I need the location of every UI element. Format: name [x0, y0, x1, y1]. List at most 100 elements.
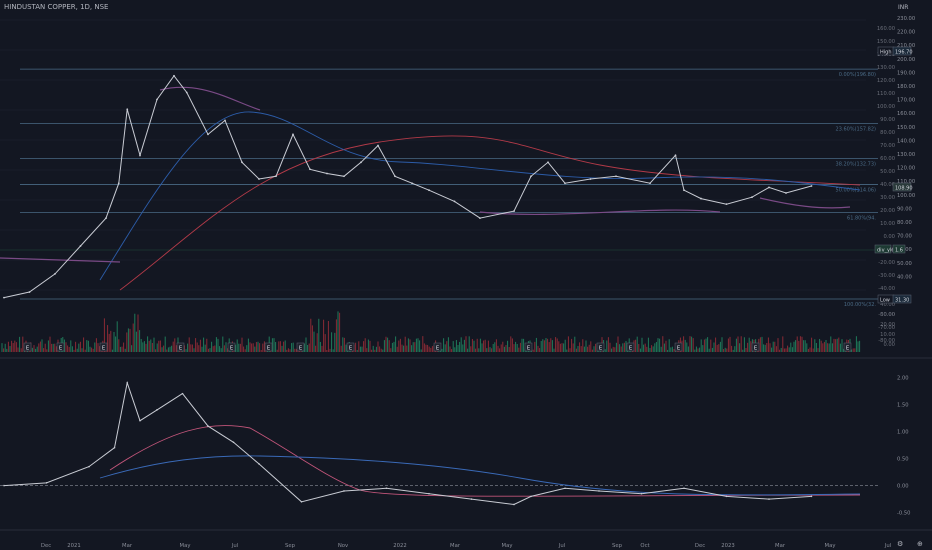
osc-axis-tick: 1.50: [897, 402, 909, 408]
fib-level-label: 0.00%(196.80): [839, 72, 876, 78]
oscillator-point: [683, 487, 685, 490]
earnings-marker: E: [677, 346, 681, 352]
price-point: [547, 161, 549, 164]
oscillator-point: [181, 392, 184, 395]
oscillator-point: [810, 495, 813, 498]
osc-axis-tick: 1.00: [897, 429, 909, 435]
low-label: Low: [880, 298, 890, 304]
price-point: [589, 178, 592, 180]
x-axis-tick: May: [180, 543, 191, 549]
price-point: [411, 182, 413, 185]
oscillator-point: [470, 498, 473, 500]
price-point: [513, 210, 515, 213]
earnings-marker: E: [349, 346, 353, 352]
price-point: [173, 74, 175, 77]
x-axis-tick: Jul: [884, 543, 891, 549]
price-axis-tick: 180.00: [897, 84, 915, 90]
price-point: [751, 196, 753, 199]
oscillator-point: [232, 441, 235, 444]
x-axis-tick: Sep: [285, 543, 296, 549]
x-axis-tick: Sep: [612, 543, 623, 549]
earnings-marker: E: [102, 346, 106, 352]
price-axis-tick: 80.00: [897, 220, 912, 226]
left-axis-tick: 50.00: [880, 169, 895, 175]
fib-level-label: 61.80%(94.: [847, 216, 876, 222]
left-axis-tick: 10.00: [880, 221, 895, 227]
price-point: [479, 217, 481, 220]
oscillator-point: [385, 487, 388, 490]
price-axis-tick: 130.00: [897, 152, 915, 158]
x-axis-tick: 2022: [393, 543, 406, 549]
oscillator-point: [156, 409, 158, 411]
price-point: [275, 175, 277, 178]
price-point: [810, 185, 813, 187]
left-axis-tick: 130.00: [877, 65, 895, 71]
price-point: [377, 144, 379, 147]
left-axis-tick: 120.00: [877, 78, 895, 84]
oscillator-point: [725, 495, 728, 498]
price-axis-tick: 230.00: [897, 16, 915, 22]
osc-axis-tick: 0.50: [897, 457, 909, 463]
price-axis-tick: 120.00: [897, 166, 915, 172]
price-point: [615, 175, 617, 178]
price-point: [768, 186, 770, 189]
oscillator-point: [428, 492, 430, 495]
earnings-marker: E: [299, 346, 303, 352]
x-axis-tick: May: [502, 543, 513, 549]
earnings-marker: E: [267, 346, 271, 352]
oscillator-point: [530, 495, 532, 498]
price-axis-tick: 50.00: [897, 261, 912, 267]
fib-level-label: 50.00%(114.06): [836, 188, 877, 194]
oscillator-point: [3, 484, 5, 487]
oscillator-point: [513, 503, 515, 506]
div-yld-value: 1.6: [895, 248, 903, 254]
fib-level-label: 38.20%(132.73): [836, 161, 877, 167]
left-axis-tick: -30.00: [878, 273, 895, 279]
price-axis-tick: 100.00: [897, 193, 915, 199]
earnings-marker: E: [230, 346, 234, 352]
price-point: [117, 182, 120, 185]
earnings-marker: E: [59, 346, 63, 352]
volume-axis-tick: 10.00: [880, 332, 895, 338]
left-axis-tick: 150.00: [877, 39, 895, 45]
price-line: [3, 74, 812, 299]
zoom-icon[interactable]: ⊕: [917, 540, 923, 548]
price-point: [224, 119, 226, 122]
left-axis-tick: 70.00: [880, 143, 895, 149]
price-point: [185, 91, 188, 94]
settings-icon[interactable]: ⚙: [897, 540, 903, 548]
chart-canvas[interactable]: 0.00%(196.80) 23.60%(157.82) 38.20%(132.73…: [0, 0, 932, 550]
price-point: [564, 182, 566, 185]
left-axis-tick: 20.00: [880, 208, 895, 214]
price-point: [428, 189, 430, 192]
x-axis-tick: Oct: [640, 543, 649, 549]
price-point: [674, 154, 677, 157]
price-axis-tick: 220.00: [897, 30, 915, 36]
left-axis-tick: 160.00: [877, 26, 895, 32]
earnings-marker: E: [436, 346, 440, 352]
left-axis-tick: 100.00: [877, 104, 895, 110]
oscillator-point: [640, 492, 643, 495]
price-axis-tick: 90.00: [897, 206, 912, 212]
price-point: [530, 175, 532, 178]
last-price: 108.90: [895, 186, 913, 192]
oscillator-point: [564, 487, 566, 490]
earnings-marker: E: [629, 346, 633, 352]
volume-axis-tick: 0.00: [883, 342, 895, 348]
price-point: [292, 133, 294, 136]
x-axis-tick: 2023: [721, 543, 734, 549]
oscillator-point: [258, 463, 260, 465]
x-axis-tick: Nov: [338, 543, 348, 549]
x-axis-tick: Mar: [122, 543, 133, 549]
earnings-marker: E: [527, 346, 531, 352]
price-axis-tick: 170.00: [897, 98, 915, 104]
price-axis-tick: 200.00: [897, 57, 915, 63]
price-point: [360, 161, 362, 164]
left-axis-tick: 0.00: [883, 234, 895, 240]
earnings-marker: E: [179, 346, 183, 352]
osc-axis-tick: 2.00: [897, 375, 909, 381]
price-point: [3, 296, 5, 299]
earnings-marker: E: [846, 346, 850, 352]
osc-blue-line: [99, 455, 861, 496]
volume-axis-tick: 20.00: [880, 322, 895, 328]
